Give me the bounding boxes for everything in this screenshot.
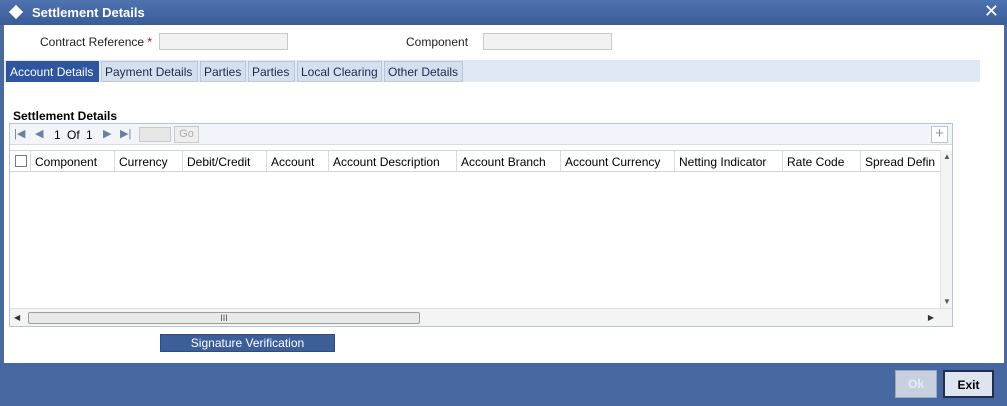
signature-verification-button[interactable]: Signature Verification xyxy=(160,334,335,352)
select-all-checkbox[interactable] xyxy=(15,155,27,167)
column-header[interactable]: Rate Code xyxy=(783,151,861,171)
column-header[interactable]: Account Description xyxy=(329,151,457,171)
scroll-down-icon[interactable]: ▼ xyxy=(943,297,951,306)
tab-parties[interactable]: Parties xyxy=(200,61,246,82)
settlement-window: Contract Reference * Component Account D… xyxy=(4,25,1004,363)
scroll-right-icon[interactable]: ▶ xyxy=(928,313,934,322)
grid-header: Component Currency Debit/Credit Account … xyxy=(10,150,940,172)
column-header[interactable]: Account xyxy=(267,151,329,171)
current-page: 1 xyxy=(54,128,61,142)
component-label: Component xyxy=(406,35,469,49)
column-header[interactable]: Spread Defin xyxy=(861,151,940,171)
close-icon[interactable]: ✕ xyxy=(984,1,999,21)
tab-other-details[interactable]: Other Details xyxy=(384,61,463,82)
horizontal-scrollbar[interactable]: ◀ III ▶ xyxy=(10,308,952,326)
scroll-left-icon[interactable]: ◀ xyxy=(14,313,20,322)
required-mark: * xyxy=(147,35,153,49)
pager-toolbar: |◀ ◀ 1 Of 1 ▶ ▶| Go + xyxy=(10,124,952,145)
column-header[interactable]: Netting Indicator xyxy=(675,151,783,171)
column-header[interactable]: Component xyxy=(31,151,115,171)
goto-page-input[interactable] xyxy=(139,127,171,142)
component-input[interactable] xyxy=(483,33,612,50)
tab-local-clearing[interactable]: Local Clearing xyxy=(297,61,382,82)
total-pages: 1 xyxy=(86,128,93,142)
contract-reference-label: Contract Reference * xyxy=(40,35,153,49)
scroll-thumb[interactable]: III xyxy=(28,312,420,324)
vertical-scrollbar[interactable]: ▲ ▼ xyxy=(940,150,952,308)
add-row-button[interactable]: + xyxy=(931,126,948,143)
select-all-cell xyxy=(10,151,31,171)
previous-page-icon[interactable]: ◀ xyxy=(35,127,43,140)
tab-parties-2[interactable]: Parties xyxy=(248,61,295,82)
footer-bar: Ok Exit xyxy=(0,363,1007,406)
tab-account-details[interactable]: Account Details xyxy=(6,61,99,82)
column-header[interactable]: Account Currency xyxy=(561,151,675,171)
window-title: Settlement Details xyxy=(32,5,145,20)
window-titlebar: Settlement Details ✕ xyxy=(0,0,1007,25)
last-page-icon[interactable]: ▶| xyxy=(120,127,131,140)
exit-button[interactable]: Exit xyxy=(943,370,994,398)
settlement-grid: |◀ ◀ 1 Of 1 ▶ ▶| Go + Component Currency… xyxy=(9,123,953,327)
tab-payment-details[interactable]: Payment Details xyxy=(101,61,198,82)
tab-bar: Account Details Payment Details Parties … xyxy=(4,60,980,82)
column-header[interactable]: Debit/Credit xyxy=(183,151,267,171)
section-title: Settlement Details xyxy=(13,109,118,123)
scroll-up-icon[interactable]: ▲ xyxy=(943,152,951,161)
column-header[interactable]: Account Branch xyxy=(457,151,561,171)
ok-button[interactable]: Ok xyxy=(895,370,937,398)
column-header[interactable]: Currency xyxy=(115,151,183,171)
go-button[interactable]: Go xyxy=(174,126,199,143)
page-of-label: Of xyxy=(67,128,80,142)
next-page-icon[interactable]: ▶ xyxy=(103,127,111,140)
first-page-icon[interactable]: |◀ xyxy=(14,127,25,140)
contract-reference-input[interactable] xyxy=(159,33,288,50)
diamond-icon xyxy=(8,4,24,20)
